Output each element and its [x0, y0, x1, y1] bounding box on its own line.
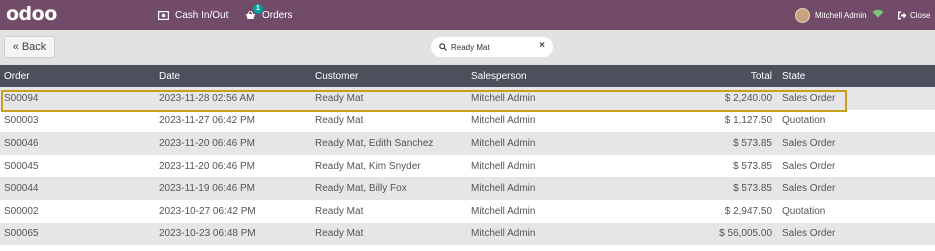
close-label: Close [910, 10, 931, 20]
orders-table: Order Date Customer Salesperson Total St… [0, 65, 935, 246]
order-cell: S00002 [4, 205, 39, 217]
order-cell: S00045 [4, 160, 39, 172]
order-cell: S00044 [4, 183, 39, 195]
state-cell: Sales Order [782, 160, 836, 172]
table-row[interactable]: S00003 2023-11-27 06:42 PM Ready Mat Mit… [0, 109, 935, 133]
network-status [872, 0, 884, 30]
date-cell: 2023-10-27 06:42 PM [159, 205, 256, 217]
column-header-customer[interactable]: Customer [315, 65, 471, 87]
control-bar: « Back × [0, 30, 935, 65]
cash-icon [158, 10, 169, 20]
state-cell: Quotation [782, 205, 826, 217]
customer-cell: Ready Mat [315, 228, 364, 240]
salesperson-cell: Mitchell Admin [471, 160, 536, 172]
clear-search-icon[interactable]: × [539, 40, 545, 51]
cash-in-out-label: Cash In/Out [175, 9, 229, 21]
salesperson-cell: Mitchell Admin [471, 137, 536, 149]
table-row[interactable]: S00002 2023-10-27 06:42 PM Ready Mat Mit… [0, 199, 935, 223]
order-cell: S00065 [4, 228, 39, 240]
state-cell: Sales Order [782, 137, 836, 149]
total-cell: $ 56,005.00 [719, 228, 772, 240]
table-row[interactable]: S00045 2023-11-20 06:46 PM Ready Mat, Ki… [0, 154, 935, 178]
back-button[interactable]: « Back [4, 36, 55, 58]
wifi-icon [872, 9, 884, 21]
cash-in-out-button[interactable]: Cash In/Out [158, 0, 228, 30]
salesperson-cell: Mitchell Admin [471, 115, 536, 127]
customer-cell: Ready Mat, Kim Snyder [315, 160, 421, 172]
user-menu[interactable]: Mitchell Admin [795, 0, 867, 30]
order-cell: S00046 [4, 137, 39, 149]
column-header-date[interactable]: Date [159, 65, 315, 87]
close-button[interactable]: Close [897, 0, 930, 30]
state-cell: Sales Order [782, 92, 836, 104]
shopping-basket-icon: 1 [245, 4, 263, 20]
column-header-salesperson[interactable]: Salesperson [471, 65, 627, 87]
salesperson-cell: Mitchell Admin [471, 228, 536, 240]
state-cell: Sales Order [782, 228, 836, 240]
date-cell: 2023-11-20 06:46 PM [159, 160, 255, 172]
date-cell: 2023-10-23 06:48 PM [159, 228, 256, 240]
search-box: × [431, 37, 553, 57]
avatar [795, 7, 810, 23]
total-cell: $ 2,240.00 [724, 92, 772, 104]
search-input[interactable] [451, 42, 531, 52]
total-cell: $ 573.85 [733, 183, 772, 195]
customer-cell: Ready Mat [315, 205, 364, 217]
orders-count-badge: 1 [253, 4, 263, 14]
double-chevron-left-icon: « [12, 41, 19, 53]
back-label: Back [21, 41, 47, 53]
odoo-logo: odoo [6, 3, 57, 25]
orders-label: Orders [262, 9, 293, 21]
column-header-total[interactable]: Total [627, 65, 782, 87]
total-cell: $ 1,127.50 [724, 115, 772, 127]
total-cell: $ 573.85 [733, 137, 772, 149]
customer-cell: Ready Mat, Edith Sanchez [315, 137, 434, 149]
sign-out-icon [897, 11, 907, 20]
user-name: Mitchell Admin [815, 10, 867, 20]
top-navbar: odoo Cash In/Out 1 Orders Mitchell Admin… [0, 0, 935, 30]
total-cell: $ 2,947.50 [724, 205, 772, 217]
date-cell: 2023-11-19 06:46 PM [159, 183, 255, 195]
state-cell: Quotation [782, 115, 826, 127]
date-cell: 2023-11-28 02:56 AM [159, 92, 255, 104]
customer-cell: Ready Mat, Billy Fox [315, 183, 407, 195]
order-cell: S00094 [4, 92, 39, 104]
state-cell: Sales Order [782, 183, 836, 195]
salesperson-cell: Mitchell Admin [471, 92, 536, 104]
order-cell: S00003 [4, 115, 39, 127]
orders-button[interactable]: 1 Orders [245, 0, 293, 30]
search-icon [439, 43, 447, 51]
date-cell: 2023-11-27 06:42 PM [159, 115, 255, 127]
table-header-row: Order Date Customer Salesperson Total St… [0, 65, 935, 87]
table-row[interactable]: S00046 2023-11-20 06:46 PM Ready Mat, Ed… [0, 132, 935, 155]
date-cell: 2023-11-20 06:46 PM [159, 137, 255, 149]
salesperson-cell: Mitchell Admin [471, 183, 536, 195]
column-header-order[interactable]: Order [0, 65, 159, 87]
table-row[interactable]: S00094 2023-11-28 02:56 AM Ready Mat Mit… [0, 87, 935, 110]
customer-cell: Ready Mat [315, 92, 364, 104]
total-cell: $ 573.85 [733, 160, 772, 172]
table-row[interactable]: S00065 2023-10-23 06:48 PM Ready Mat Mit… [0, 222, 935, 246]
table-row[interactable]: S00044 2023-11-19 06:46 PM Ready Mat, Bi… [0, 177, 935, 200]
column-header-state[interactable]: State [782, 65, 935, 87]
salesperson-cell: Mitchell Admin [471, 205, 536, 217]
customer-cell: Ready Mat [315, 115, 364, 127]
